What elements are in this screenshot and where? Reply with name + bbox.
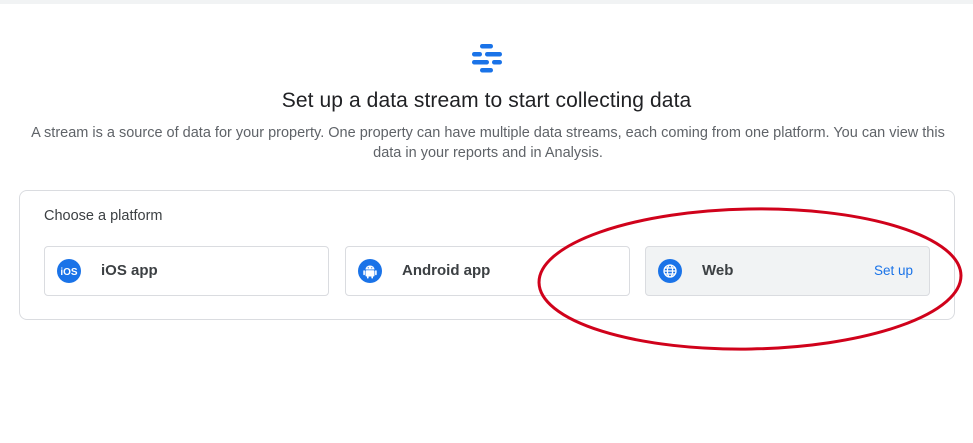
svg-text:iOS: iOS [60,267,78,278]
platform-option-label: iOS app [101,262,158,279]
top-divider [0,0,973,4]
android-icon [358,259,382,283]
platform-option-web[interactable]: Web Set up [645,246,930,296]
page-description: A stream is a source of data for your pr… [31,125,945,161]
platform-option-label: Web [702,262,734,279]
platform-option-android[interactable]: Android app [345,246,630,296]
data-stream-icon [472,44,502,73]
platform-chooser-heading: Choose a platform [44,208,163,224]
platform-option-ios[interactable]: iOS iOS app [44,246,329,296]
globe-icon [658,259,682,283]
page: Set up a data stream to start collecting… [0,0,973,443]
setup-link[interactable]: Set up [874,263,913,278]
page-title: Set up a data stream to start collecting… [281,89,692,112]
platform-option-label: Android app [402,262,491,279]
ios-icon: iOS [57,259,81,283]
platform-chooser-card: Choose a platform iOS iOS app Android ap… [19,190,955,320]
